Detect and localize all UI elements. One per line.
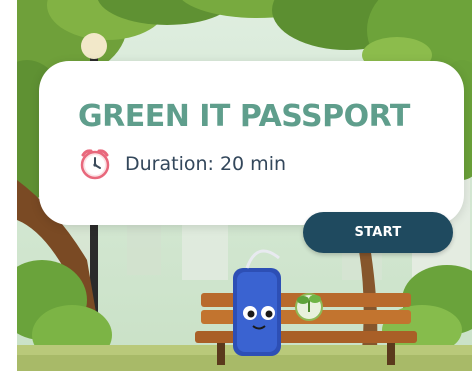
course-title: GREEN IT PASSPORT <box>78 99 410 134</box>
course-intro-stage: GREEN IT PASSPORT Duration: 20 min START <box>17 0 472 371</box>
plant-badge <box>295 293 323 321</box>
alarm-clock-icon <box>80 149 110 180</box>
duration-label: Duration: 20 min <box>125 153 287 175</box>
start-button[interactable]: START <box>303 212 453 253</box>
course-info-card: GREEN IT PASSPORT Duration: 20 min <box>39 61 464 225</box>
duration-row: Duration: 20 min <box>77 146 286 182</box>
